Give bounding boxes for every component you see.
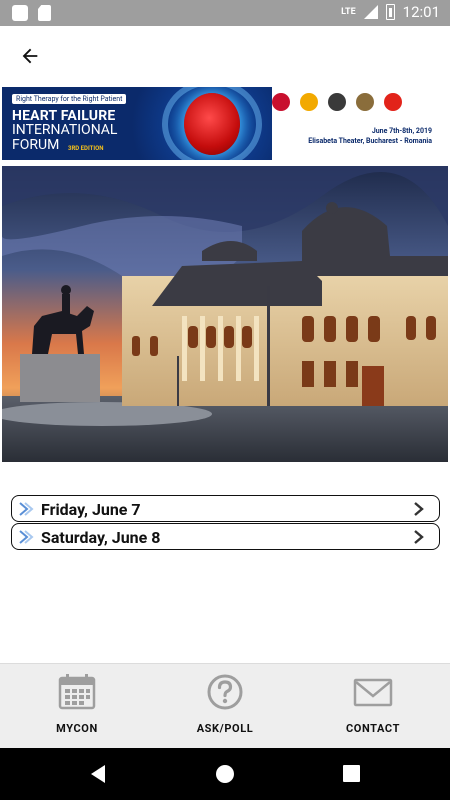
double-chevron-icon	[19, 530, 34, 544]
day-label: Friday, June 7	[41, 500, 141, 519]
nav-label: MYCON	[56, 722, 98, 735]
sponsor-logo-icon	[384, 93, 402, 111]
status-bar: LTE 12:01	[0, 0, 450, 26]
notification-app-icon	[12, 5, 28, 21]
nav-item-contact[interactable]: CONTACT	[313, 672, 433, 742]
home-circle-icon[interactable]	[215, 764, 235, 784]
banner-title-line3: FORUM	[12, 137, 60, 153]
chevron-right-icon	[414, 502, 424, 516]
chevron-right-icon	[414, 530, 424, 544]
day-item-saturday[interactable]: Saturday, June 8	[11, 523, 440, 550]
notification-icons	[12, 5, 51, 21]
sponsor-logo-icon	[356, 93, 374, 111]
sponsor-logo-icon	[300, 93, 318, 111]
nav-item-ask-poll[interactable]: ASK/POLL	[165, 672, 285, 742]
back-button[interactable]	[14, 40, 46, 72]
envelope-icon	[353, 678, 393, 707]
banner-title-line2: INTERNATIONAL	[12, 122, 118, 138]
battery-icon	[385, 4, 395, 20]
banner-tagline: Right Therapy for the Right Patient	[12, 94, 127, 104]
calendar-icon	[58, 674, 96, 710]
hero-image	[2, 166, 448, 462]
hero-illustration	[2, 166, 448, 462]
nav-label: CONTACT	[346, 722, 400, 735]
sponsor-logo-icon	[272, 93, 290, 111]
app-bar	[0, 26, 450, 84]
day-list: Friday, June 7 Saturday, June 8	[11, 495, 440, 550]
banner-edition: 3RD EDITION	[68, 145, 104, 152]
network-type: LTE	[341, 7, 356, 17]
banner-date: June 7th-8th, 2019	[371, 127, 432, 135]
banner-venue: Elisabeta Theater, Bucharest - Romania	[308, 137, 432, 145]
recents-square-icon[interactable]	[343, 765, 360, 782]
system-nav-bar	[0, 748, 450, 800]
double-chevron-icon	[19, 502, 34, 516]
signal-icon	[363, 5, 378, 19]
event-banner: Right Therapy for the Right Patient HEAR…	[2, 87, 448, 160]
clock: 12:01	[402, 3, 440, 21]
banner-left-panel: Right Therapy for the Right Patient HEAR…	[2, 87, 272, 160]
arrow-left-icon	[22, 48, 38, 64]
banner-right-panel: June 7th-8th, 2019 Elisabeta Theater, Bu…	[272, 87, 448, 160]
nav-item-mycon[interactable]: MYCON	[17, 672, 137, 742]
question-circle-icon	[207, 674, 243, 710]
sponsor-logo-icon	[328, 93, 346, 111]
day-label: Saturday, June 8	[41, 528, 161, 547]
sd-card-icon	[38, 5, 51, 21]
sponsor-logos	[272, 93, 402, 111]
bottom-nav: MYCON ASK/POLL CONTACT	[0, 663, 450, 748]
heart-graphic	[184, 93, 240, 155]
back-triangle-icon[interactable]	[89, 764, 107, 784]
day-item-friday[interactable]: Friday, June 7	[11, 495, 440, 522]
nav-label: ASK/POLL	[196, 722, 254, 735]
